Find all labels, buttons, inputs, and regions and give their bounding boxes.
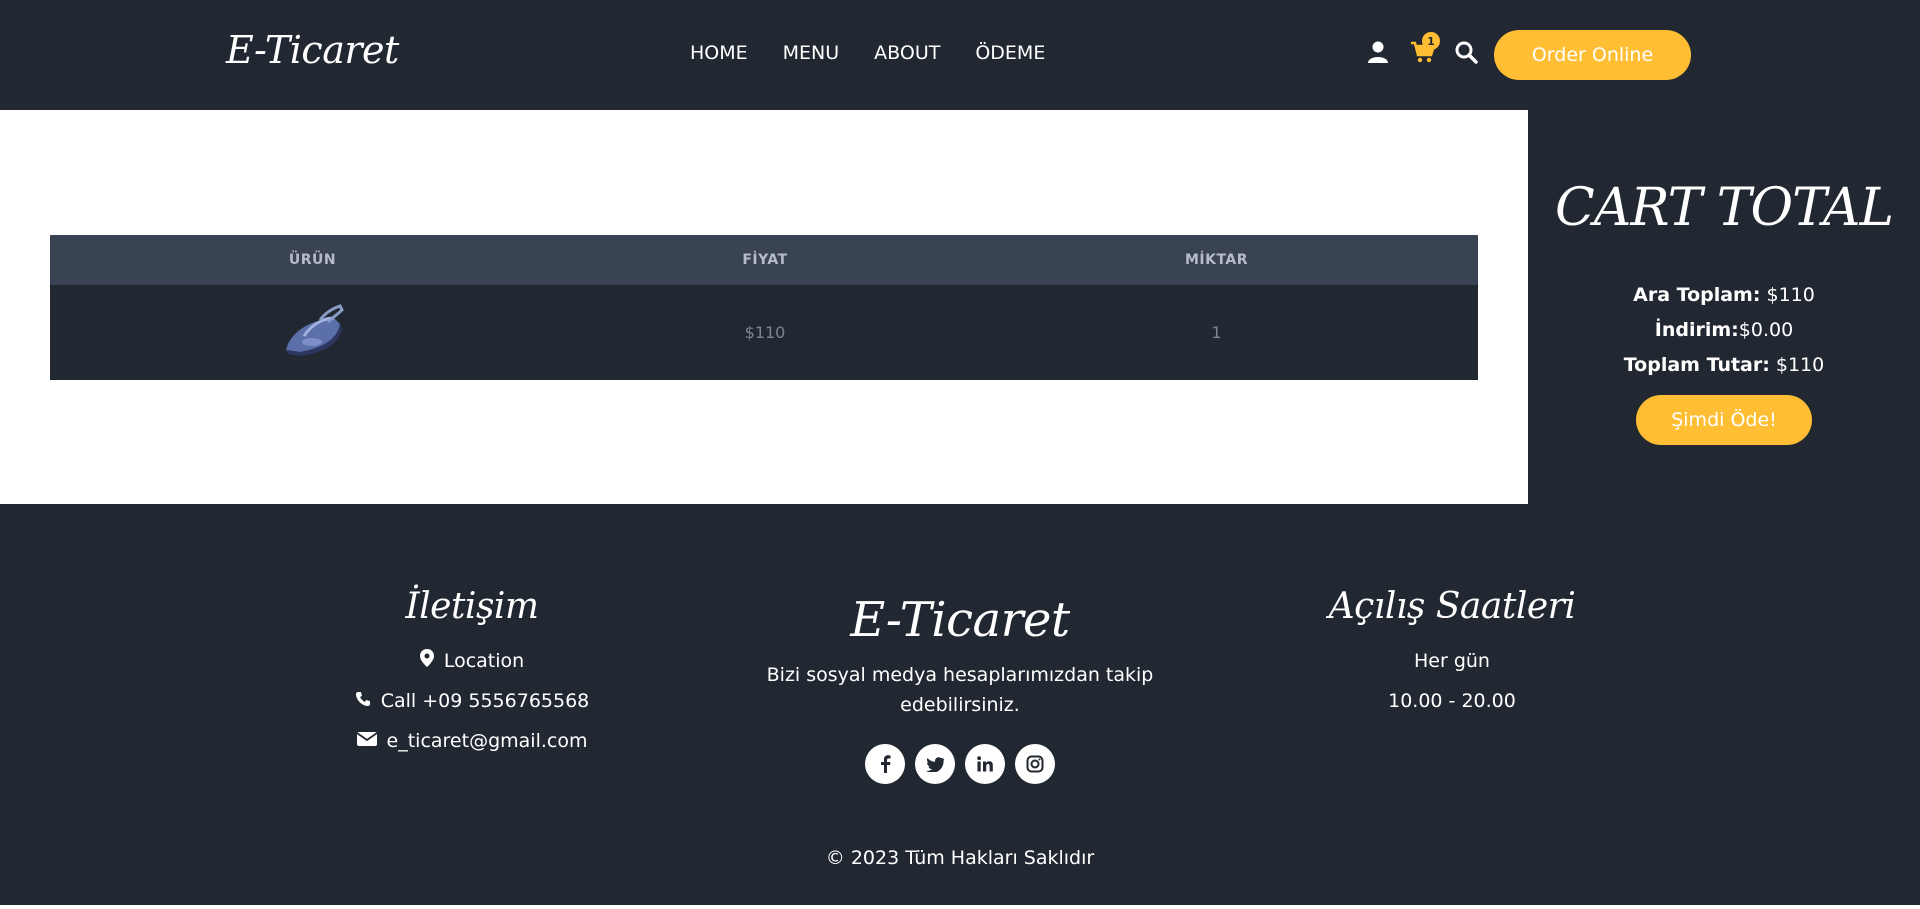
discount-value: $0.00: [1738, 319, 1794, 341]
location-text: Location: [443, 650, 525, 672]
cart-total-title: CART TOTAL: [1554, 178, 1894, 238]
social-links: [760, 744, 1160, 784]
envelope-icon: [356, 721, 378, 761]
contact-title: İletişim: [405, 586, 539, 627]
table-row: $110 1: [50, 285, 1478, 380]
quantity-cell: 1: [1211, 323, 1222, 342]
order-online-button[interactable]: Order Online: [1494, 30, 1691, 80]
phone-text: Call +09 5556765568: [380, 690, 590, 712]
iron-product-image: [280, 302, 346, 364]
footer-contact: İletişim Location Call +09 5556765568 e_…: [322, 586, 622, 761]
header: E-Ticaret HOME MENU ABOUT ÖDEME 1 Order …: [0, 0, 1920, 110]
email-text: e_ticaret@gmail.com: [386, 730, 588, 752]
footer-brand: E-Ticaret Bizi sosyal medya hesaplarımız…: [760, 592, 1160, 784]
cart-count-badge: 1: [1422, 32, 1440, 50]
price-cell: $110: [744, 323, 786, 342]
email-link[interactable]: e_ticaret@gmail.com: [322, 721, 622, 761]
social-text: Bizi sosyal medya hesaplarımızdan takip …: [766, 664, 1154, 716]
cart-total-lines: Ara Toplam: $110 İndirim:$0.00 Toplam Tu…: [1528, 278, 1920, 383]
nav-odeme[interactable]: ÖDEME: [975, 42, 1045, 64]
table-header-row: ÜRÜN FİYAT MİKTAR: [50, 235, 1478, 285]
cart-total-panel: CART TOTAL Ara Toplam: $110 İndirim:$0.0…: [1528, 110, 1920, 504]
column-header-miktar: MİKTAR: [1184, 252, 1249, 268]
search-icon[interactable]: [1454, 40, 1478, 64]
hours-time: 10.00 - 20.00: [1388, 690, 1516, 712]
location-link[interactable]: Location: [322, 641, 622, 681]
hours-days: Her gün: [1414, 650, 1490, 672]
total-value: $110: [1769, 354, 1825, 376]
subtotal-value: $110: [1760, 284, 1815, 306]
total-line: Toplam Tutar: $110: [1528, 348, 1920, 383]
nav-about[interactable]: ABOUT: [874, 42, 940, 64]
linkedin-icon[interactable]: [965, 744, 1005, 784]
bottom-divider: [0, 905, 1920, 909]
map-marker-icon: [419, 641, 434, 681]
pay-now-button[interactable]: Şimdi Öde!: [1636, 395, 1812, 445]
twitter-icon[interactable]: [915, 744, 955, 784]
copyright: © 2023 Tüm Hakları Saklıdır: [825, 847, 1095, 869]
product-cell: [50, 285, 575, 380]
footer: İletişim Location Call +09 5556765568 e_…: [0, 504, 1920, 909]
phone-link[interactable]: Call +09 5556765568: [322, 681, 622, 721]
instagram-icon[interactable]: [1015, 744, 1055, 784]
facebook-icon[interactable]: [865, 744, 905, 784]
cart-table: ÜRÜN FİYAT MİKTAR $110 1: [50, 235, 1478, 380]
footer-hours: Açılış Saatleri Her gün 10.00 - 20.00: [1302, 586, 1602, 721]
footer-logo[interactable]: E-Ticaret: [760, 592, 1160, 648]
discount-label: İndirim:: [1654, 319, 1739, 341]
discount-line: İndirim:$0.00: [1528, 313, 1920, 348]
subtotal-label: Ara Toplam:: [1633, 284, 1761, 306]
hours-title: Açılış Saatleri: [1328, 586, 1576, 627]
main-nav: HOME MENU ABOUT ÖDEME: [690, 42, 1045, 64]
header-icons: 1: [1366, 32, 1478, 64]
subtotal-line: Ara Toplam: $110: [1528, 278, 1920, 313]
cart-panel: ÜRÜN FİYAT MİKTAR $110 1: [0, 110, 1528, 504]
column-header-fiyat: FİYAT: [742, 252, 788, 268]
cart-icon[interactable]: 1: [1410, 32, 1440, 64]
phone-icon: [355, 681, 371, 721]
column-header-urun: ÜRÜN: [288, 252, 337, 268]
total-label: Toplam Tutar:: [1623, 354, 1770, 376]
logo[interactable]: E-Ticaret: [226, 28, 399, 72]
user-icon[interactable]: [1366, 40, 1390, 64]
nav-menu[interactable]: MENU: [783, 42, 840, 64]
nav-home[interactable]: HOME: [690, 42, 748, 64]
